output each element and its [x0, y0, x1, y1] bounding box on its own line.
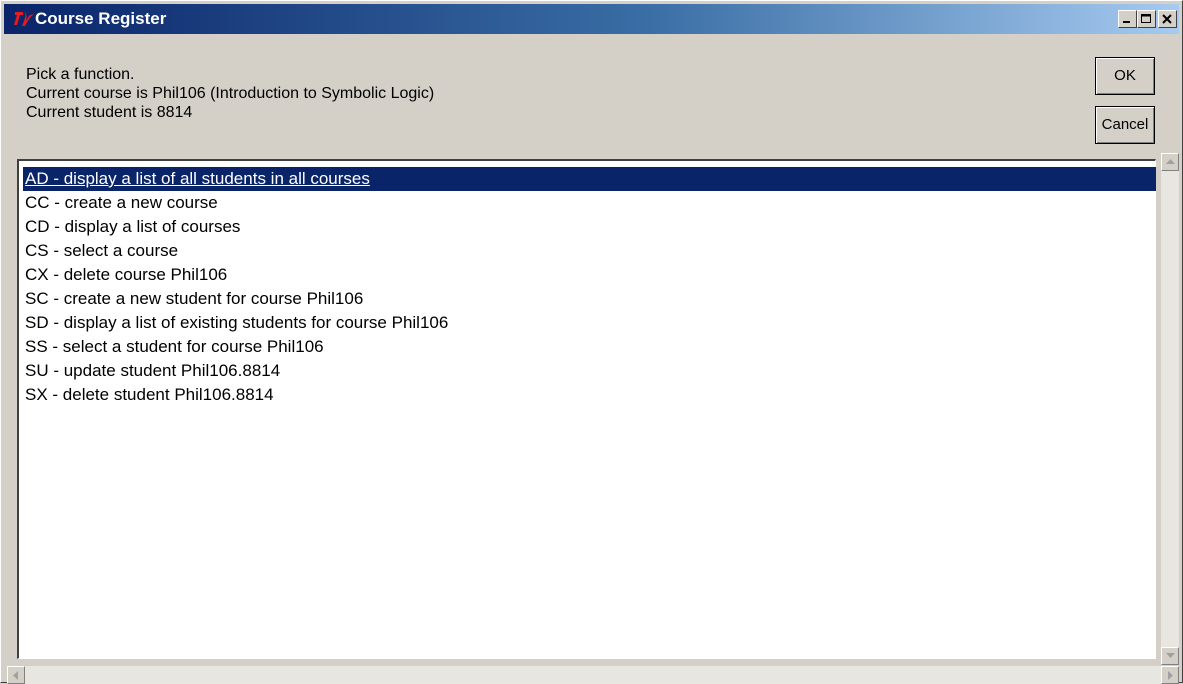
arrow-right-icon [1168, 671, 1173, 680]
maximize-button[interactable] [1137, 10, 1156, 28]
title-bar[interactable]: Course Register [4, 4, 1179, 34]
current-student-text: Current student is 8814 [26, 104, 193, 121]
close-button[interactable] [1158, 10, 1177, 28]
close-icon [1162, 14, 1172, 24]
scroll-left-button[interactable] [7, 666, 25, 684]
list-item[interactable]: SD - display a list of existing students… [25, 311, 448, 335]
list-item[interactable]: SU - update student Phil106.8814 [25, 359, 280, 383]
current-course-text: Current course is Phil106 (Introduction … [26, 85, 435, 102]
tk-logo-icon [13, 9, 35, 29]
minimize-icon [1123, 21, 1130, 23]
function-listbox[interactable]: AD - display a list of all students in a… [17, 159, 1156, 659]
arrow-down-icon [1166, 653, 1175, 658]
vertical-scrollbar[interactable] [1161, 153, 1179, 665]
window-title: Course Register [35, 9, 167, 28]
scroll-up-button[interactable] [1161, 153, 1179, 171]
scroll-down-button[interactable] [1161, 647, 1179, 665]
cancel-button[interactable]: Cancel [1095, 106, 1155, 144]
scroll-right-button[interactable] [1161, 666, 1179, 684]
horizontal-scrollbar[interactable] [7, 666, 1161, 684]
list-item[interactable]: CS - select a course [25, 239, 178, 263]
maximize-icon [1141, 14, 1151, 23]
ok-button[interactable]: OK [1095, 57, 1155, 95]
minimize-button[interactable] [1118, 10, 1137, 28]
arrow-up-icon [1166, 159, 1175, 164]
arrow-left-icon [13, 671, 18, 680]
list-item[interactable]: SS - select a student for course Phil106 [25, 335, 324, 359]
list-item[interactable]: SX - delete student Phil106.8814 [25, 383, 274, 407]
list-item[interactable]: AD - display a list of all students in a… [23, 167, 1156, 191]
prompt-text: Pick a function. [26, 66, 135, 83]
list-item[interactable]: CC - create a new course [25, 191, 218, 215]
list-item[interactable]: CD - display a list of courses [25, 215, 240, 239]
list-item[interactable]: CX - delete course Phil106 [25, 263, 227, 287]
dialog-window: Course Register Pick a function. Current… [0, 0, 1183, 684]
list-item[interactable]: SC - create a new student for course Phi… [25, 287, 363, 311]
